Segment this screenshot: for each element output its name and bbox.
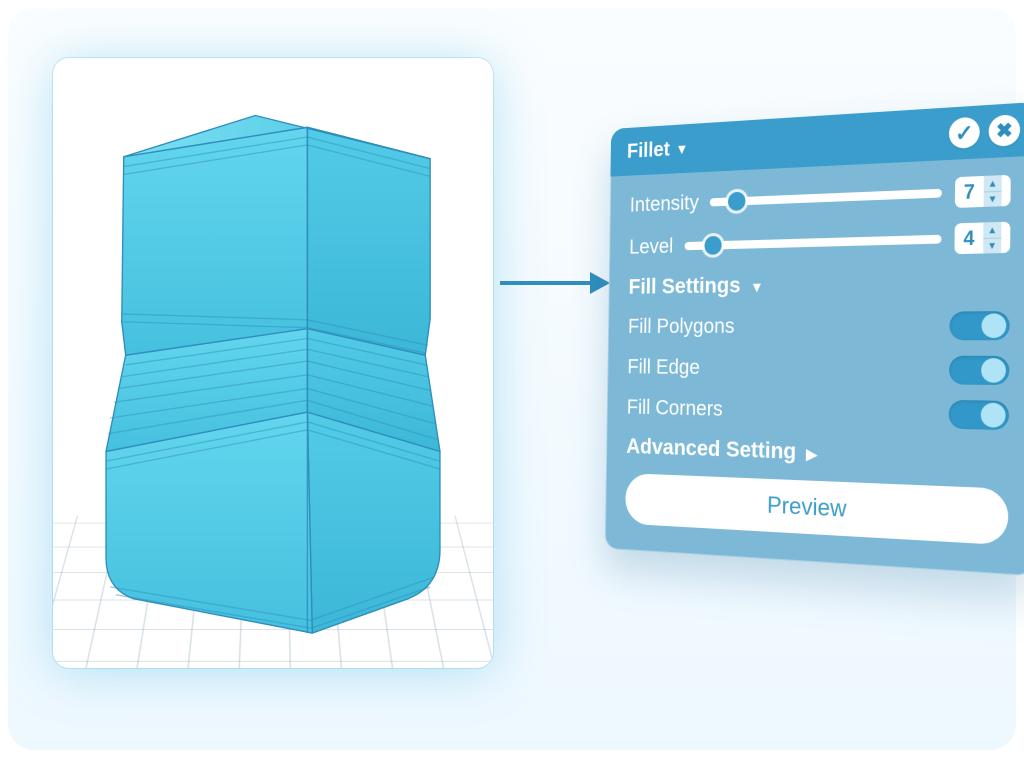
intensity-row: Intensity 7 ▲ ▼	[630, 175, 1011, 220]
toggle-knob	[981, 358, 1006, 383]
fill-corners-toggle[interactable]	[949, 400, 1009, 430]
level-value-field[interactable]: 4 ▲ ▼	[954, 222, 1010, 255]
intensity-steppers[interactable]: ▲ ▼	[984, 175, 1002, 207]
advanced-settings-section[interactable]: Advanced Setting ▶	[626, 435, 1009, 473]
panel-title-dropdown[interactable]: Fillet ▼	[627, 137, 689, 164]
stepper-down-icon[interactable]: ▼	[984, 191, 1002, 207]
level-value: 4	[954, 222, 983, 254]
fill-edge-toggle[interactable]	[949, 356, 1009, 385]
chevron-right-icon: ▶	[806, 445, 817, 462]
stepper-up-icon[interactable]: ▲	[983, 222, 1001, 239]
close-button[interactable]: ✖	[988, 114, 1020, 147]
panel-body: Intensity 7 ▲ ▼	[605, 156, 1024, 577]
fillet-panel: Fillet ▼ ✓ ✖ Intensity	[605, 102, 1024, 576]
close-icon: ✖	[996, 118, 1013, 142]
fill-polygons-label: Fill Polygons	[628, 315, 735, 339]
preview-button[interactable]: Preview	[625, 473, 1008, 545]
model-preview[interactable]	[83, 88, 463, 638]
fill-corners-label: Fill Corners	[627, 396, 723, 422]
fill-polygons-toggle[interactable]	[949, 311, 1009, 340]
level-label: Level	[629, 235, 673, 259]
confirm-button[interactable]: ✓	[949, 117, 980, 149]
fill-edge-label: Fill Edge	[627, 356, 700, 380]
fillet-panel-wrap: Fillet ▼ ✓ ✖ Intensity	[608, 128, 1024, 548]
level-steppers[interactable]: ▲ ▼	[983, 222, 1001, 254]
fill-corners-row: Fill Corners	[627, 394, 1009, 430]
intensity-value-field[interactable]: 7 ▲ ▼	[955, 175, 1011, 208]
level-row: Level 4 ▲ ▼	[629, 222, 1010, 262]
stepper-down-icon[interactable]: ▼	[983, 238, 1001, 253]
intensity-slider[interactable]	[710, 189, 942, 207]
intensity-label: Intensity	[630, 191, 699, 217]
level-slider[interactable]	[684, 235, 941, 250]
toggle-knob	[981, 313, 1006, 338]
toggle-knob	[981, 403, 1006, 428]
chevron-down-icon: ▼	[750, 278, 764, 295]
app-canvas: Fillet ▼ ✓ ✖ Intensity	[8, 8, 1016, 750]
fill-polygons-row: Fill Polygons	[628, 311, 1010, 340]
preview-label: Preview	[767, 492, 847, 523]
viewport-3d[interactable]	[53, 58, 493, 668]
fill-edge-row: Fill Edge	[627, 354, 1009, 385]
panel-title: Fillet	[627, 138, 670, 163]
stepper-up-icon[interactable]: ▲	[984, 175, 1002, 192]
advanced-label: Advanced Setting	[626, 435, 796, 464]
pointer-arrow	[500, 268, 610, 298]
panel-header-actions: ✓ ✖	[949, 114, 1020, 149]
fill-settings-label: Fill Settings	[628, 274, 740, 299]
slider-thumb[interactable]	[728, 192, 746, 211]
check-icon: ✓	[955, 119, 974, 148]
intensity-value: 7	[955, 176, 984, 208]
model-svg	[83, 88, 463, 638]
chevron-down-icon: ▼	[675, 140, 688, 157]
fill-settings-section[interactable]: Fill Settings ▼	[628, 269, 1010, 300]
slider-thumb[interactable]	[705, 236, 722, 255]
